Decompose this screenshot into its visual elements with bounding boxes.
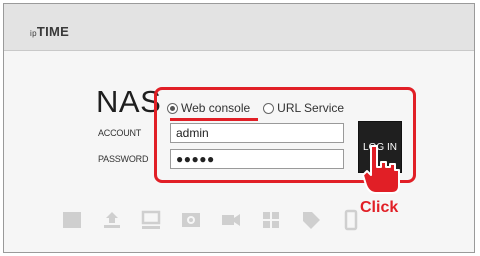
service-icons-row — [62, 209, 452, 237]
music-icon — [263, 212, 279, 228]
page-title: NAS — [96, 84, 162, 119]
storage-icon — [63, 212, 81, 228]
account-label: ACCOUNT — [98, 128, 142, 138]
iptime-logo: ipTIME — [30, 24, 70, 39]
pointing-hand-icon — [362, 145, 400, 194]
password-label: PASSWORD — [98, 154, 149, 164]
browser-frame: ipTIME NAS Web console URL Service ACCOU… — [3, 3, 475, 253]
backup-icon — [104, 212, 120, 228]
monitor-icon — [141, 210, 161, 229]
highlight-underline — [170, 118, 258, 121]
phone-icon — [344, 209, 358, 231]
photo-icon — [182, 213, 200, 227]
tag-icon — [303, 212, 320, 229]
video-camera-icon — [222, 214, 240, 226]
header-bar: ipTIME — [4, 4, 474, 51]
login-panel: NAS Web console URL Service ACCOUNT admi… — [4, 51, 474, 254]
